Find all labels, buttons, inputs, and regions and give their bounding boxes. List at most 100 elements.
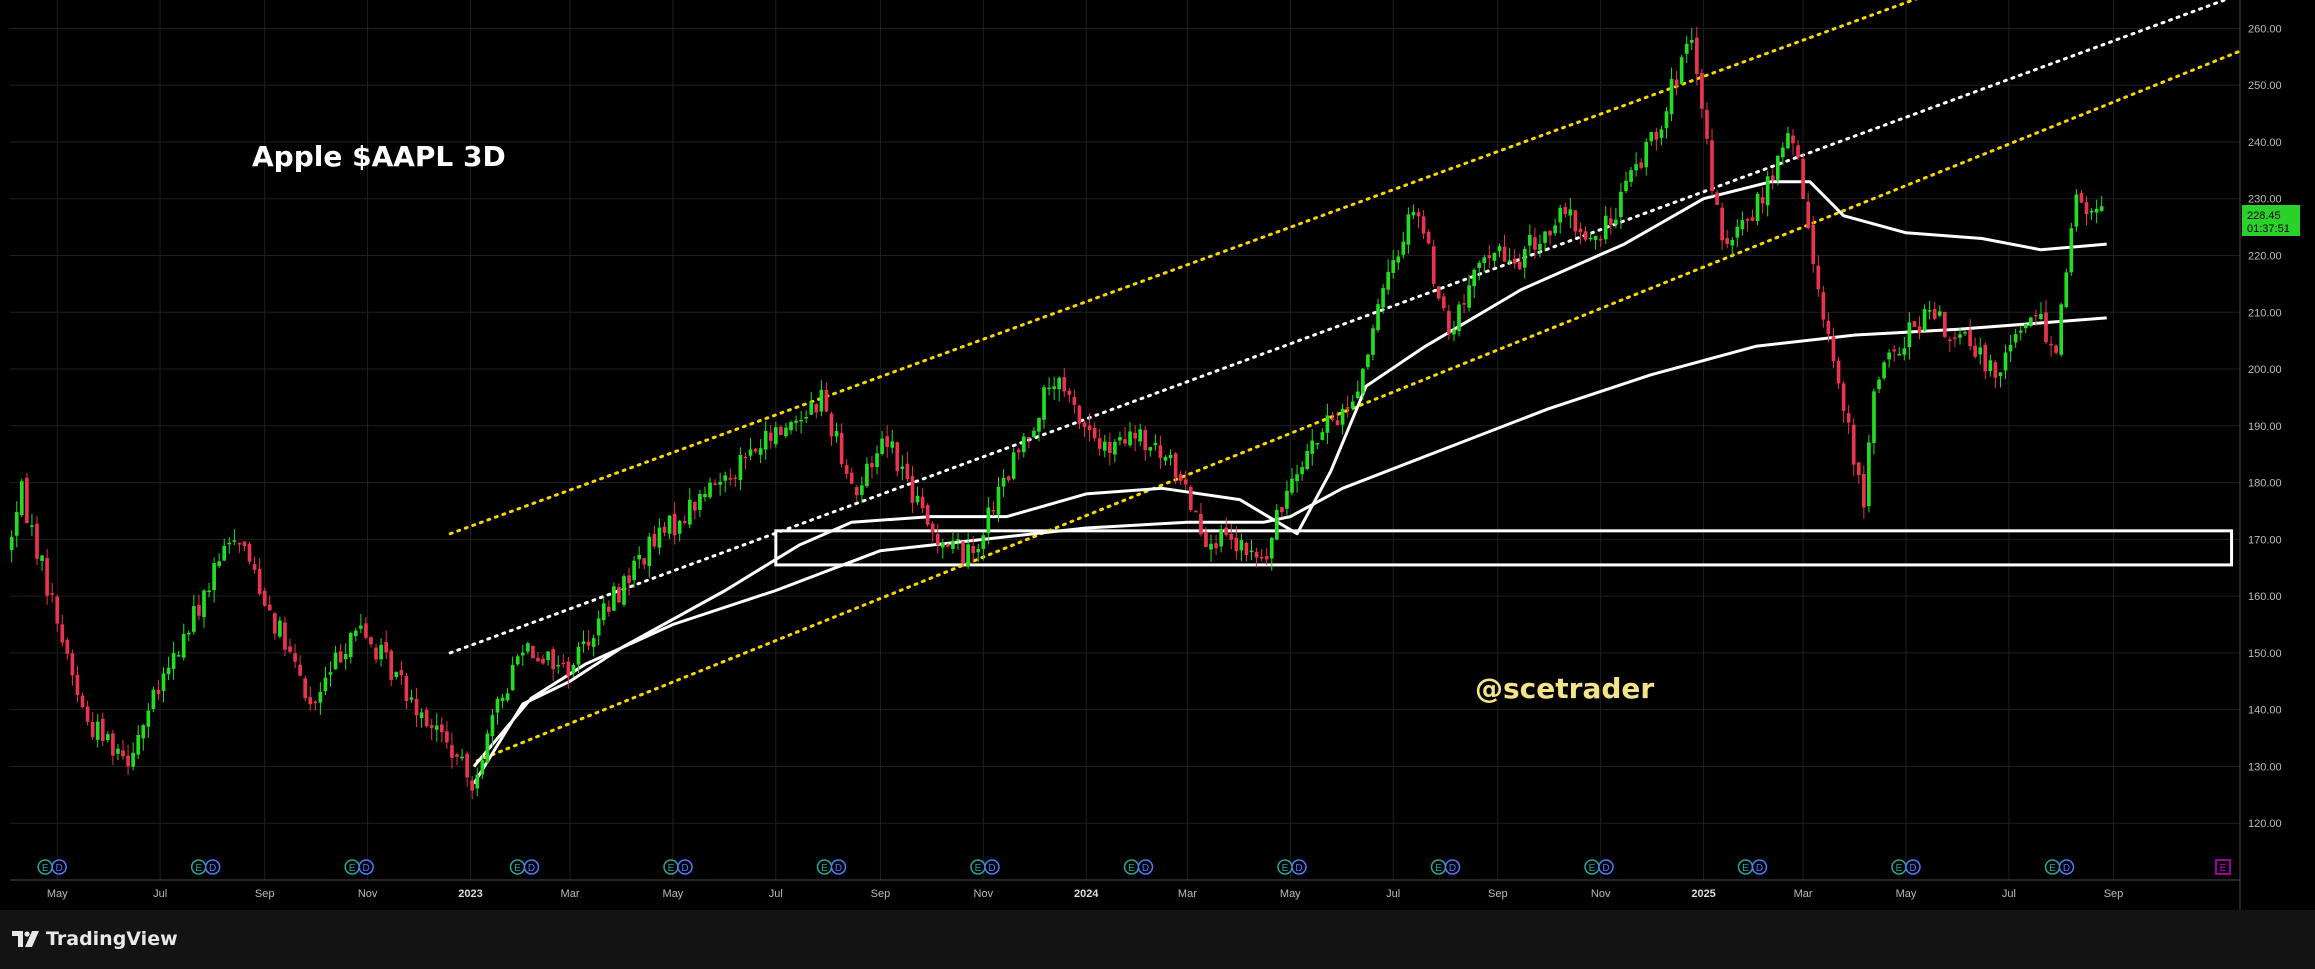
candle-body xyxy=(202,590,206,618)
candle-body xyxy=(1619,191,1623,218)
candle-body xyxy=(875,453,879,468)
candle-body xyxy=(1603,215,1608,240)
x-tick-label: Jul xyxy=(2002,888,2016,900)
candle-body xyxy=(1330,418,1335,421)
y-tick-label: 150.00 xyxy=(2248,648,2282,660)
candle-body xyxy=(1441,296,1446,309)
candle-body xyxy=(687,499,692,525)
candle-body xyxy=(197,604,201,616)
candle-body xyxy=(647,536,652,567)
candle-body xyxy=(930,523,935,533)
candle-body xyxy=(2084,202,2089,215)
candle-body xyxy=(2003,352,2008,371)
candle-body xyxy=(1745,219,1750,221)
candle-body xyxy=(1593,235,1598,240)
candle-body xyxy=(520,652,525,656)
candle-body xyxy=(1345,407,1350,409)
candle-body xyxy=(1927,310,1932,312)
candle-body xyxy=(111,733,115,756)
x-tick-label: May xyxy=(47,888,68,900)
x-tick-label: Mar xyxy=(1178,888,1197,900)
candle-body xyxy=(1578,228,1583,233)
candle-body xyxy=(880,438,884,454)
candle-body xyxy=(601,603,606,621)
candle-body xyxy=(779,426,783,435)
candle-body xyxy=(2039,313,2043,320)
candle-body xyxy=(1679,57,1684,85)
candle-body xyxy=(1042,387,1046,420)
candle-body xyxy=(693,502,697,511)
candle-body xyxy=(1993,362,1998,378)
candle-body xyxy=(966,544,970,567)
candle-body xyxy=(774,427,778,445)
candle-body xyxy=(946,544,950,547)
candle-body xyxy=(844,465,849,474)
dividend-marker-label: D xyxy=(209,863,216,874)
candle-body xyxy=(531,645,535,659)
earnings-marker-label: E xyxy=(668,863,675,874)
candle-body xyxy=(1052,386,1056,389)
candle-body xyxy=(1796,145,1800,158)
candle-body xyxy=(1072,396,1077,405)
candle-body xyxy=(1781,147,1785,158)
candle-body xyxy=(1325,415,1330,433)
candle-body xyxy=(1249,550,1254,553)
candle-body xyxy=(986,507,991,534)
candle-body xyxy=(2099,206,2104,211)
candle-body xyxy=(1239,540,1244,551)
candle-body xyxy=(14,512,19,536)
candle-body xyxy=(1836,360,1841,384)
candle-body xyxy=(1264,556,1269,560)
x-tick-label: Sep xyxy=(1488,888,1508,900)
candle-body xyxy=(500,697,505,702)
candle-body xyxy=(819,390,824,412)
candle-body xyxy=(343,654,348,660)
candle-body xyxy=(1720,207,1724,241)
dividend-marker-label: D xyxy=(1756,863,1763,874)
candle-body xyxy=(106,734,110,741)
candle-body xyxy=(1715,192,1719,205)
candle-body xyxy=(1183,479,1188,485)
candle-body xyxy=(2044,312,2048,343)
tradingview-logo[interactable]: TradingView xyxy=(12,928,178,950)
candle-body xyxy=(637,554,642,560)
candle-body xyxy=(1937,311,1942,316)
candle-body xyxy=(171,653,176,669)
candle-body xyxy=(1983,344,1988,372)
candle-body xyxy=(961,541,965,564)
candle-body xyxy=(1492,252,1497,261)
candle-body xyxy=(1958,334,1962,338)
tradingview-icon xyxy=(12,931,39,947)
countdown-label: 01:37:51 xyxy=(2247,223,2290,235)
candle-body xyxy=(1538,243,1542,250)
candle-body xyxy=(1457,304,1461,332)
candle-body xyxy=(2079,192,2084,203)
candle-body xyxy=(789,422,793,431)
x-tick-label: Sep xyxy=(871,888,891,900)
candle-body xyxy=(799,420,803,422)
candle-body xyxy=(1173,453,1178,478)
candle-body xyxy=(1113,441,1117,455)
candle-body xyxy=(2034,314,2038,317)
candle-body xyxy=(1882,362,1886,379)
earnings-marker-label: E xyxy=(975,863,982,874)
candle-body xyxy=(1978,347,1983,355)
candle-body xyxy=(642,558,647,565)
candle-body xyxy=(1811,224,1816,265)
candle-body xyxy=(247,544,252,562)
candle-body xyxy=(1887,352,1891,360)
candle-body xyxy=(1391,260,1396,273)
candle-body xyxy=(1598,239,1603,241)
y-tick-label: 200.00 xyxy=(2248,364,2282,376)
candle-body xyxy=(1750,217,1755,221)
candle-body xyxy=(824,389,829,412)
candle-body xyxy=(2059,304,2064,355)
candle-body xyxy=(1335,420,1340,426)
candle-body xyxy=(1831,336,1836,362)
y-tick-label: 140.00 xyxy=(2248,705,2282,717)
candle-body xyxy=(1386,271,1390,290)
candle-body xyxy=(262,590,267,606)
x-tick-label: Nov xyxy=(974,888,994,900)
last-price-tag: 228.45 01:37:51 xyxy=(2242,205,2300,236)
candle-body xyxy=(2094,208,2099,213)
